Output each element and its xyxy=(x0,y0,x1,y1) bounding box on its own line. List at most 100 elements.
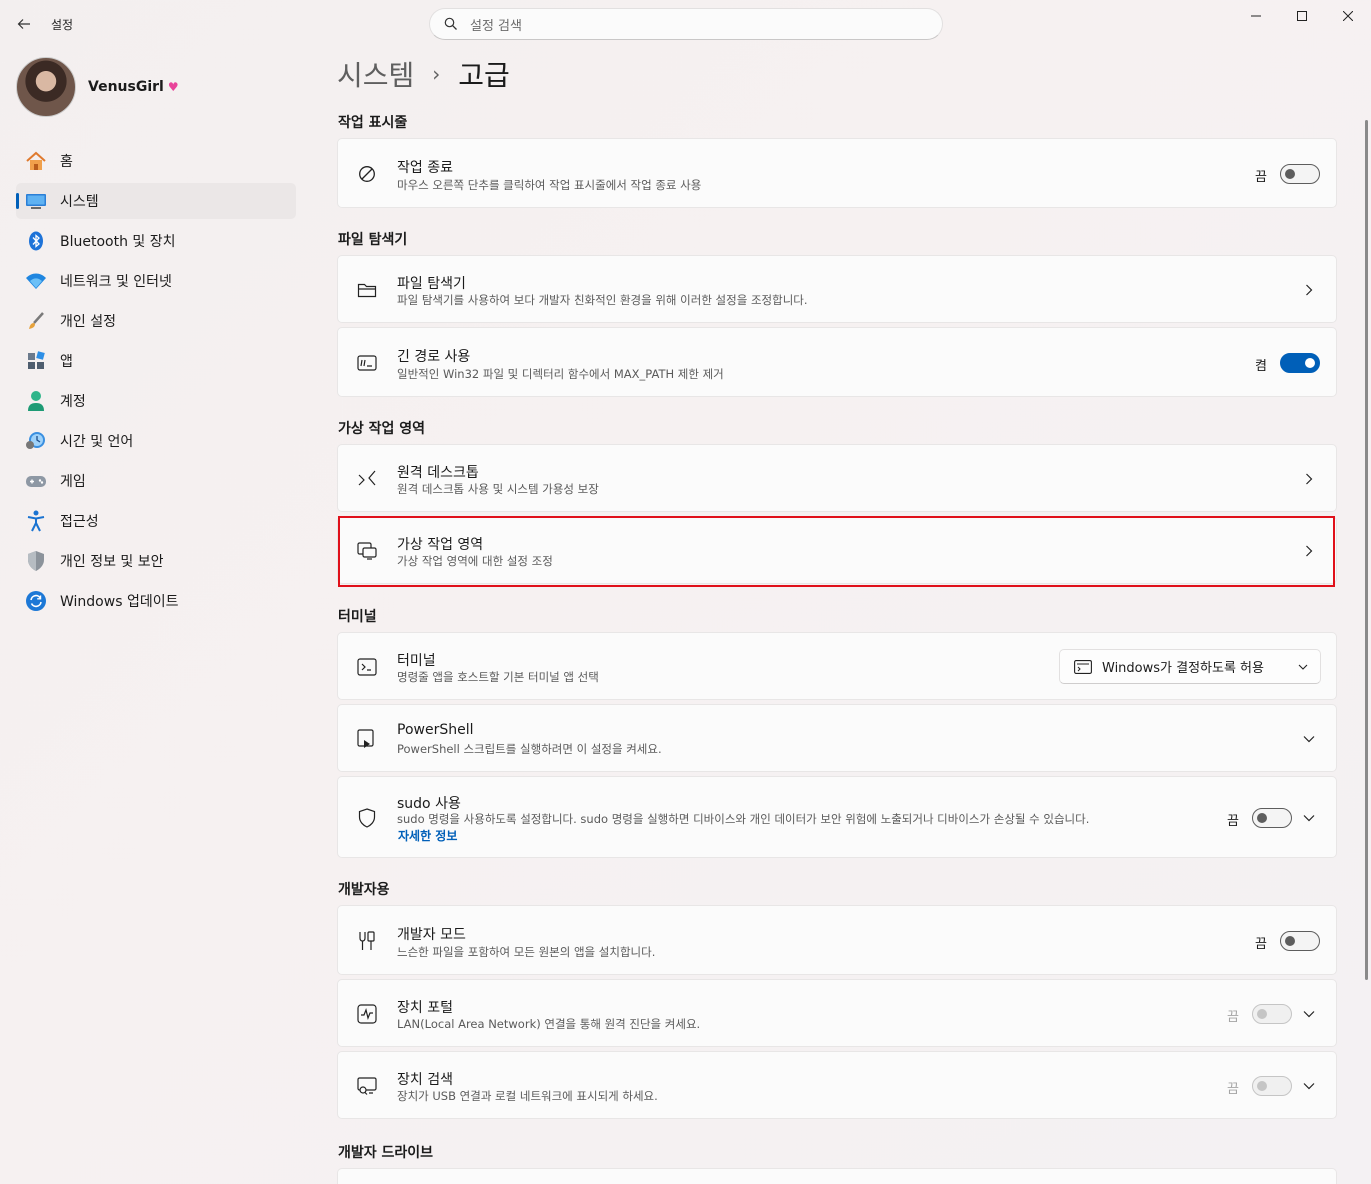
powershell-card[interactable]: PowerShell PowerShell 스크립트를 실행하려면 이 설정을 … xyxy=(337,704,1337,772)
sidebar-item-privacy[interactable]: 개인 정보 및 보안 xyxy=(16,543,296,579)
setting-description: 느슨한 파일을 포함하여 모든 원본의 앱을 설치합니다. xyxy=(397,945,656,959)
chevron-right-icon xyxy=(1302,472,1316,486)
system-icon xyxy=(24,189,48,213)
developer-mode-toggle[interactable] xyxy=(1280,931,1320,951)
back-button[interactable] xyxy=(12,12,36,36)
sudo-toggle[interactable] xyxy=(1252,808,1292,828)
developer-mode-card: 개발자 모드 느슨한 파일을 포함하여 모든 원본의 앱을 설치합니다. 끔 xyxy=(337,905,1337,975)
long-paths-toggle[interactable] xyxy=(1280,353,1320,373)
profile[interactable]: VenusGirl ♥ xyxy=(16,57,179,117)
sidebar-item-label: 계정 xyxy=(60,394,86,410)
sidebar-item-personalization[interactable]: 개인 설정 xyxy=(16,303,296,339)
virtual-workspace-icon xyxy=(356,540,378,562)
sidebar-item-time-language[interactable]: 시간 및 언어 xyxy=(16,423,296,459)
default-terminal-dropdown[interactable]: Windows가 결정하도록 허용 xyxy=(1059,649,1321,684)
breadcrumb-parent[interactable]: 시스템 xyxy=(337,54,414,94)
section-terminal: 터미널 xyxy=(338,609,377,625)
sidebar-item-windows-update[interactable]: Windows 업데이트 xyxy=(16,583,296,619)
nav-list: 홈 시스템 Bluetooth 및 장치 네트워크 및 인터넷 개인 설정 앱 … xyxy=(16,143,296,623)
time-language-icon xyxy=(24,429,48,453)
sidebar-item-gaming[interactable]: 게임 xyxy=(16,463,296,499)
setting-title: 개발자 모드 xyxy=(397,927,466,943)
setting-description: LAN(Local Area Network) 연결을 통해 원격 진단을 켜세… xyxy=(397,1017,701,1031)
setting-title: 긴 경로 사용 xyxy=(397,349,471,365)
search-input[interactable]: 설정 검색 xyxy=(429,8,943,40)
accessibility-icon xyxy=(24,509,48,533)
account-icon xyxy=(24,389,48,413)
folder-icon xyxy=(356,279,378,301)
learn-more-link[interactable]: 자세한 정보 xyxy=(398,827,457,844)
sidebar-item-bluetooth[interactable]: Bluetooth 및 장치 xyxy=(16,223,296,259)
setting-title: 장치 검색 xyxy=(397,1072,453,1088)
section-taskbar: 작업 표시줄 xyxy=(338,115,408,131)
home-icon xyxy=(24,149,48,173)
chevron-down-icon[interactable] xyxy=(1302,1079,1316,1093)
chevron-down-icon xyxy=(1298,660,1308,675)
sidebar-item-label: 게임 xyxy=(60,474,86,490)
end-task-toggle[interactable] xyxy=(1280,164,1320,184)
toggle-state-label: 끔 xyxy=(1255,937,1267,952)
toggle-state-label: 켬 xyxy=(1255,359,1267,374)
terminal-card: 터미널 명령줄 앱을 호스트할 기본 터미널 앱 선택 Windows가 결정하… xyxy=(337,632,1337,700)
toggle-state-label: 끔 xyxy=(1227,814,1239,829)
section-dev-drive: 개발자 드라이브 xyxy=(338,1145,434,1161)
chevron-down-icon[interactable] xyxy=(1302,811,1316,825)
gamepad-icon xyxy=(24,469,48,493)
device-portal-card: 장치 포털 LAN(Local Area Network) 연결을 통해 원격 … xyxy=(337,979,1337,1047)
close-button[interactable] xyxy=(1325,0,1371,32)
breadcrumb: 시스템 › 고급 xyxy=(337,54,510,94)
setting-description: 명령줄 앱을 호스트할 기본 터미널 앱 선택 xyxy=(397,670,599,684)
device-portal-toggle[interactable] xyxy=(1252,1004,1292,1024)
powershell-icon xyxy=(356,728,378,750)
setting-title: 파일 탐색기 xyxy=(397,276,466,292)
chevron-right-icon xyxy=(1302,283,1316,297)
section-virtual-workspaces: 가상 작업 영역 xyxy=(338,421,426,437)
developer-tools-icon xyxy=(356,930,378,952)
chevron-right-icon xyxy=(1302,544,1316,558)
search-icon xyxy=(444,17,457,30)
sidebar-item-network[interactable]: 네트워크 및 인터넷 xyxy=(16,263,296,299)
setting-title: PowerShell xyxy=(397,722,474,738)
maximize-button[interactable] xyxy=(1279,0,1325,32)
dev-drive-card[interactable] xyxy=(337,1168,1337,1184)
path-icon xyxy=(356,352,378,374)
chevron-down-icon[interactable] xyxy=(1302,1007,1316,1021)
setting-title: sudo 사용 xyxy=(397,796,461,812)
setting-description: 가상 작업 영역에 대한 설정 조정 xyxy=(397,554,553,568)
device-discovery-toggle[interactable] xyxy=(1252,1076,1292,1096)
setting-description: 장치가 USB 연결과 로컬 네트워크에 표시되게 하세요. xyxy=(397,1089,658,1103)
setting-description: 마우스 오른쪽 단추를 클릭하여 작업 표시줄에서 작업 종료 사용 xyxy=(397,178,702,192)
sidebar-item-label: 시간 및 언어 xyxy=(60,434,134,450)
remote-desktop-card[interactable]: 원격 데스크톱 원격 데스크톱 사용 및 시스템 가용성 보장 xyxy=(337,444,1337,512)
sidebar-item-label: 개인 정보 및 보안 xyxy=(60,554,164,570)
sidebar-item-home[interactable]: 홈 xyxy=(16,143,296,179)
sidebar-item-label: Bluetooth 및 장치 xyxy=(60,234,176,250)
dropdown-value: Windows가 결정하도록 허용 xyxy=(1102,661,1264,676)
brush-icon xyxy=(24,309,48,333)
wifi-icon xyxy=(24,269,48,293)
sidebar-item-label: 시스템 xyxy=(60,194,99,210)
setting-title: 작업 종료 xyxy=(397,160,453,176)
sudo-card: sudo 사용 sudo 명령을 사용하도록 설정합니다. sudo 명령을 실… xyxy=(337,776,1337,858)
long-paths-card: 긴 경로 사용 일반적인 Win32 파일 및 디렉터리 함수에서 MAX_PA… xyxy=(337,327,1337,397)
sidebar-item-accessibility[interactable]: 접근성 xyxy=(16,503,296,539)
toggle-state-label: 끔 xyxy=(1227,1010,1239,1025)
sidebar-item-label: 앱 xyxy=(60,354,73,370)
sidebar-item-apps[interactable]: 앱 xyxy=(16,343,296,379)
setting-title: 가상 작업 영역 xyxy=(397,537,484,553)
app-title: 설정 xyxy=(51,18,74,32)
section-file-explorer: 파일 탐색기 xyxy=(338,232,408,248)
setting-title: 터미널 xyxy=(397,653,436,669)
minimize-button[interactable] xyxy=(1233,0,1279,32)
setting-title: 원격 데스크톱 xyxy=(397,465,479,481)
setting-description: PowerShell 스크립트를 실행하려면 이 설정을 켜세요. xyxy=(397,742,662,756)
apps-icon xyxy=(24,349,48,373)
setting-description: 파일 탐색기를 사용하여 보다 개발자 친화적인 환경을 위해 이러한 설정을 … xyxy=(397,293,808,307)
scrollbar[interactable] xyxy=(1365,120,1368,980)
device-discovery-icon xyxy=(356,1075,378,1097)
virtual-workspaces-card[interactable]: 가상 작업 영역 가상 작업 영역에 대한 설정 조정 xyxy=(337,516,1337,584)
sidebar-item-accounts[interactable]: 계정 xyxy=(16,383,296,419)
chevron-down-icon xyxy=(1302,732,1316,746)
sidebar-item-system[interactable]: 시스템 xyxy=(16,183,296,219)
file-explorer-card[interactable]: 파일 탐색기 파일 탐색기를 사용하여 보다 개발자 친화적인 환경을 위해 이… xyxy=(337,255,1337,323)
